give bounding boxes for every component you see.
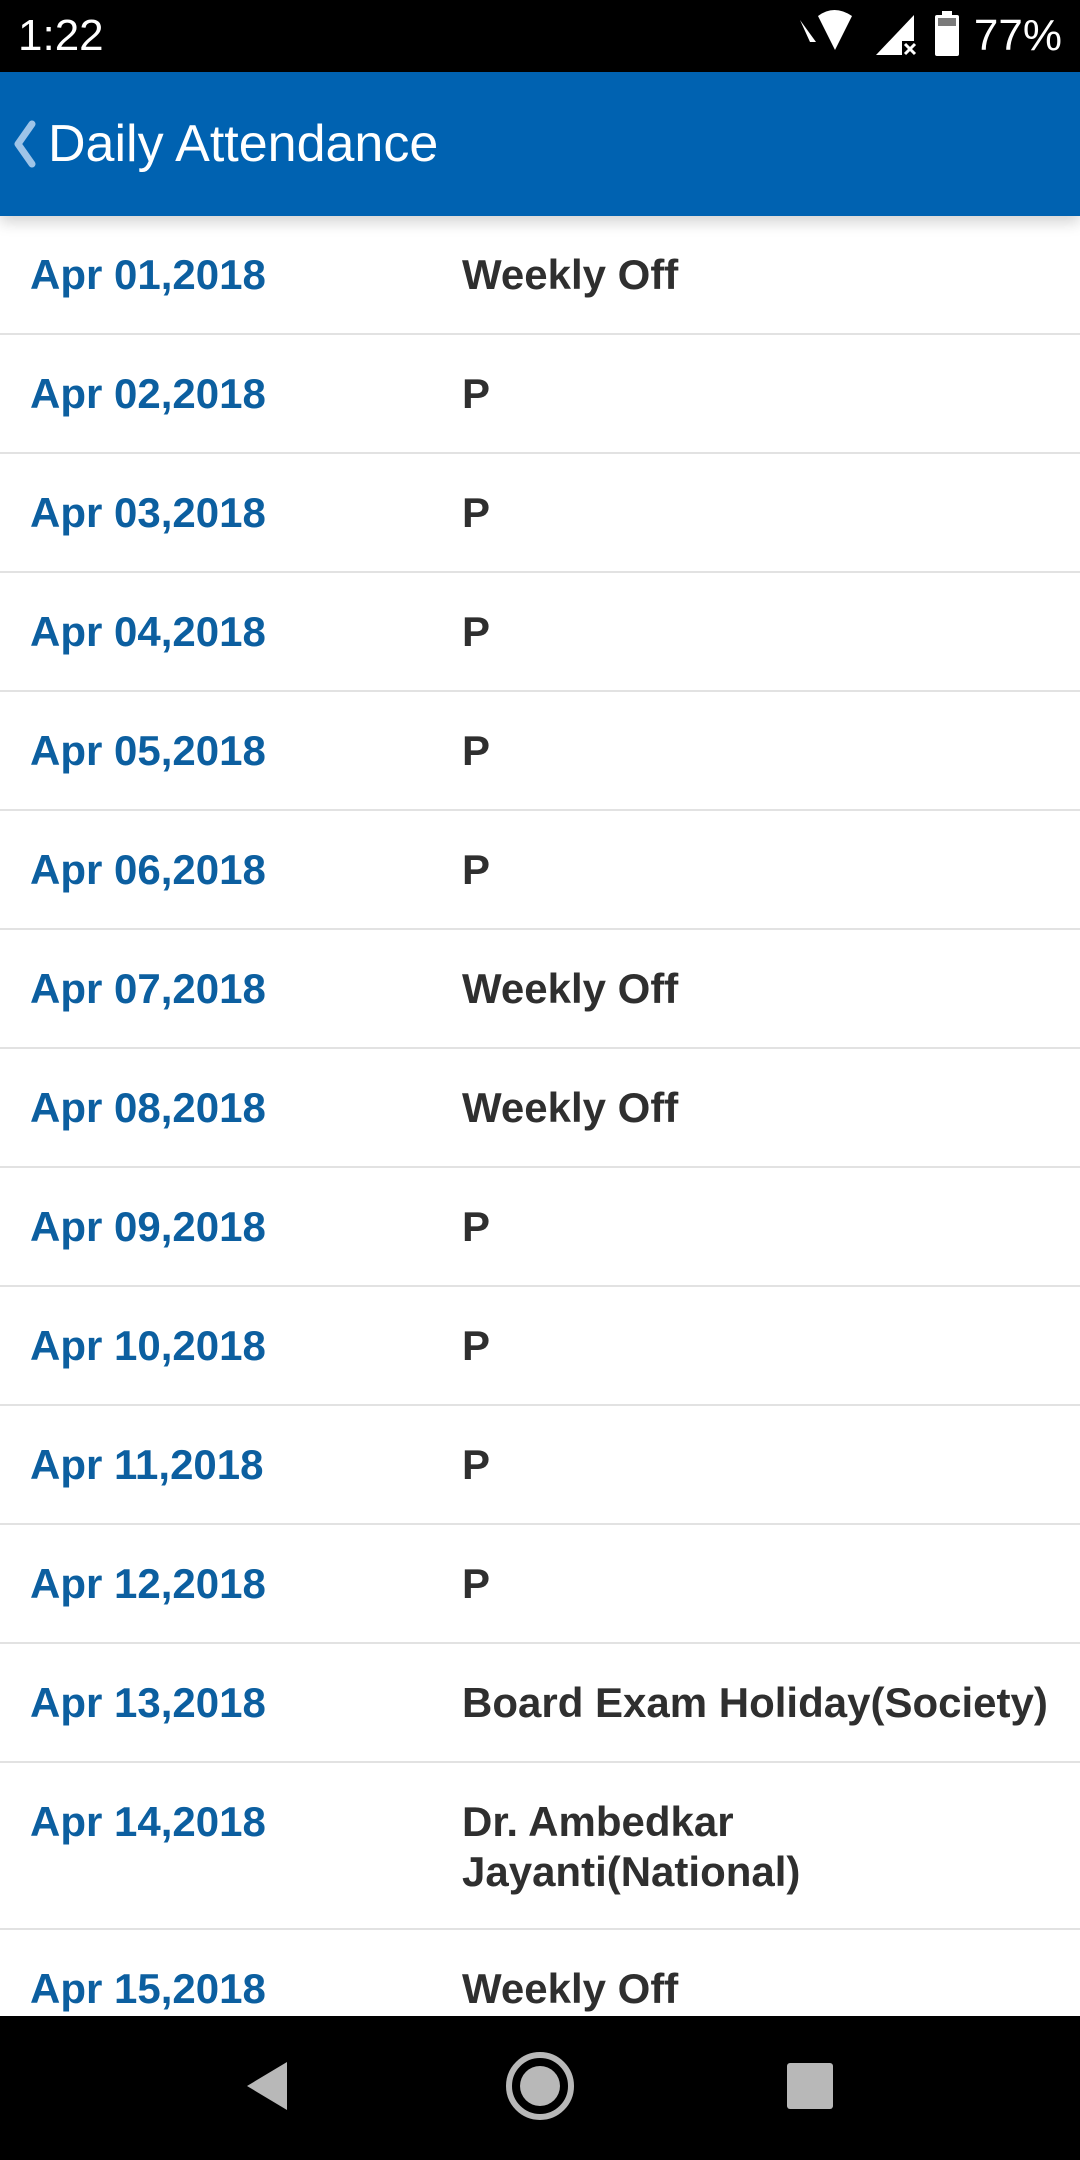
attendance-date: Apr 05,2018 — [30, 727, 266, 774]
attendance-date: Apr 03,2018 — [30, 489, 266, 536]
attendance-row[interactable]: Apr 02,2018 P — [0, 335, 1080, 454]
back-triangle-icon — [241, 2058, 291, 2119]
attendance-status: P — [462, 608, 491, 655]
chevron-left-icon[interactable] — [10, 116, 38, 172]
attendance-row[interactable]: Apr 07,2018 Weekly Off — [0, 930, 1080, 1049]
attendance-status: P — [462, 489, 491, 536]
attendance-list[interactable]: Apr 01,2018 Weekly Off Apr 02,2018 P Apr 03,… — [0, 216, 1080, 2016]
wifi-icon — [796, 9, 860, 63]
attendance-date: Apr 06,2018 — [30, 846, 266, 893]
attendance-date: Apr 02,2018 — [30, 370, 266, 417]
navigation-bar — [0, 2016, 1080, 2160]
attendance-row[interactable]: Apr 15,2018 Weekly Off — [0, 1930, 1080, 2016]
attendance-date: Apr 04,2018 — [30, 608, 266, 655]
attendance-row[interactable]: Apr 10,2018 P — [0, 1287, 1080, 1406]
nav-home-button[interactable] — [500, 2048, 580, 2128]
attendance-status: Dr. Ambedkar Jayanti(National) — [462, 1798, 801, 1895]
attendance-date: Apr 12,2018 — [30, 1560, 266, 1607]
attendance-date: Apr 10,2018 — [30, 1322, 266, 1369]
recents-square-icon — [784, 2060, 836, 2117]
attendance-row[interactable]: Apr 08,2018 Weekly Off — [0, 1049, 1080, 1168]
cell-signal-icon — [874, 11, 920, 62]
attendance-row[interactable]: Apr 13,2018 Board Exam Holiday(Society) — [0, 1644, 1080, 1763]
screen: 1:22 77% Daily Attendance Apr 01,2018 We… — [0, 0, 1080, 2160]
attendance-date: Apr 13,2018 — [30, 1679, 266, 1726]
status-bar: 1:22 77% — [0, 0, 1080, 72]
attendance-status: Weekly Off — [462, 1084, 679, 1131]
attendance-row[interactable]: Apr 09,2018 P — [0, 1168, 1080, 1287]
status-icons: 77% — [796, 9, 1062, 63]
attendance-status: P — [462, 1203, 491, 1250]
attendance-date: Apr 01,2018 — [30, 251, 266, 298]
app-header: Daily Attendance — [0, 72, 1080, 216]
nav-recents-button[interactable] — [770, 2048, 850, 2128]
attendance-status: Weekly Off — [462, 251, 679, 298]
attendance-row[interactable]: Apr 03,2018 P — [0, 454, 1080, 573]
attendance-status: Board Exam Holiday(Society) — [462, 1679, 1048, 1726]
attendance-row[interactable]: Apr 05,2018 P — [0, 692, 1080, 811]
attendance-date: Apr 09,2018 — [30, 1203, 266, 1250]
attendance-status: Weekly Off — [462, 1965, 679, 2012]
attendance-date: Apr 14,2018 — [30, 1798, 266, 1845]
attendance-date: Apr 08,2018 — [30, 1084, 266, 1131]
attendance-status: P — [462, 1560, 491, 1607]
battery-icon — [934, 10, 960, 62]
attendance-row[interactable]: Apr 12,2018 P — [0, 1525, 1080, 1644]
attendance-row[interactable]: Apr 14,2018 Dr. Ambedkar Jayanti(National… — [0, 1763, 1080, 1930]
attendance-status: Weekly Off — [462, 965, 679, 1012]
attendance-date: Apr 07,2018 — [30, 965, 266, 1012]
attendance-date: Apr 11,2018 — [30, 1441, 264, 1488]
attendance-row[interactable]: Apr 06,2018 P — [0, 811, 1080, 930]
battery-percent: 77% — [973, 11, 1062, 60]
attendance-status: P — [462, 727, 491, 774]
nav-back-button[interactable] — [226, 2048, 306, 2128]
home-circle-icon — [504, 2050, 576, 2127]
attendance-status: P — [462, 846, 491, 893]
attendance-row[interactable]: Apr 01,2018 Weekly Off — [0, 216, 1080, 335]
attendance-row[interactable]: Apr 11,2018 P — [0, 1406, 1080, 1525]
attendance-status: P — [462, 1441, 491, 1488]
page-title: Daily Attendance — [48, 115, 439, 173]
attendance-row[interactable]: Apr 04,2018 P — [0, 573, 1080, 692]
attendance-status: P — [462, 370, 491, 417]
status-time: 1:22 — [18, 11, 104, 60]
attendance-date: Apr 15,2018 — [30, 1965, 266, 2012]
attendance-status: P — [462, 1322, 491, 1369]
